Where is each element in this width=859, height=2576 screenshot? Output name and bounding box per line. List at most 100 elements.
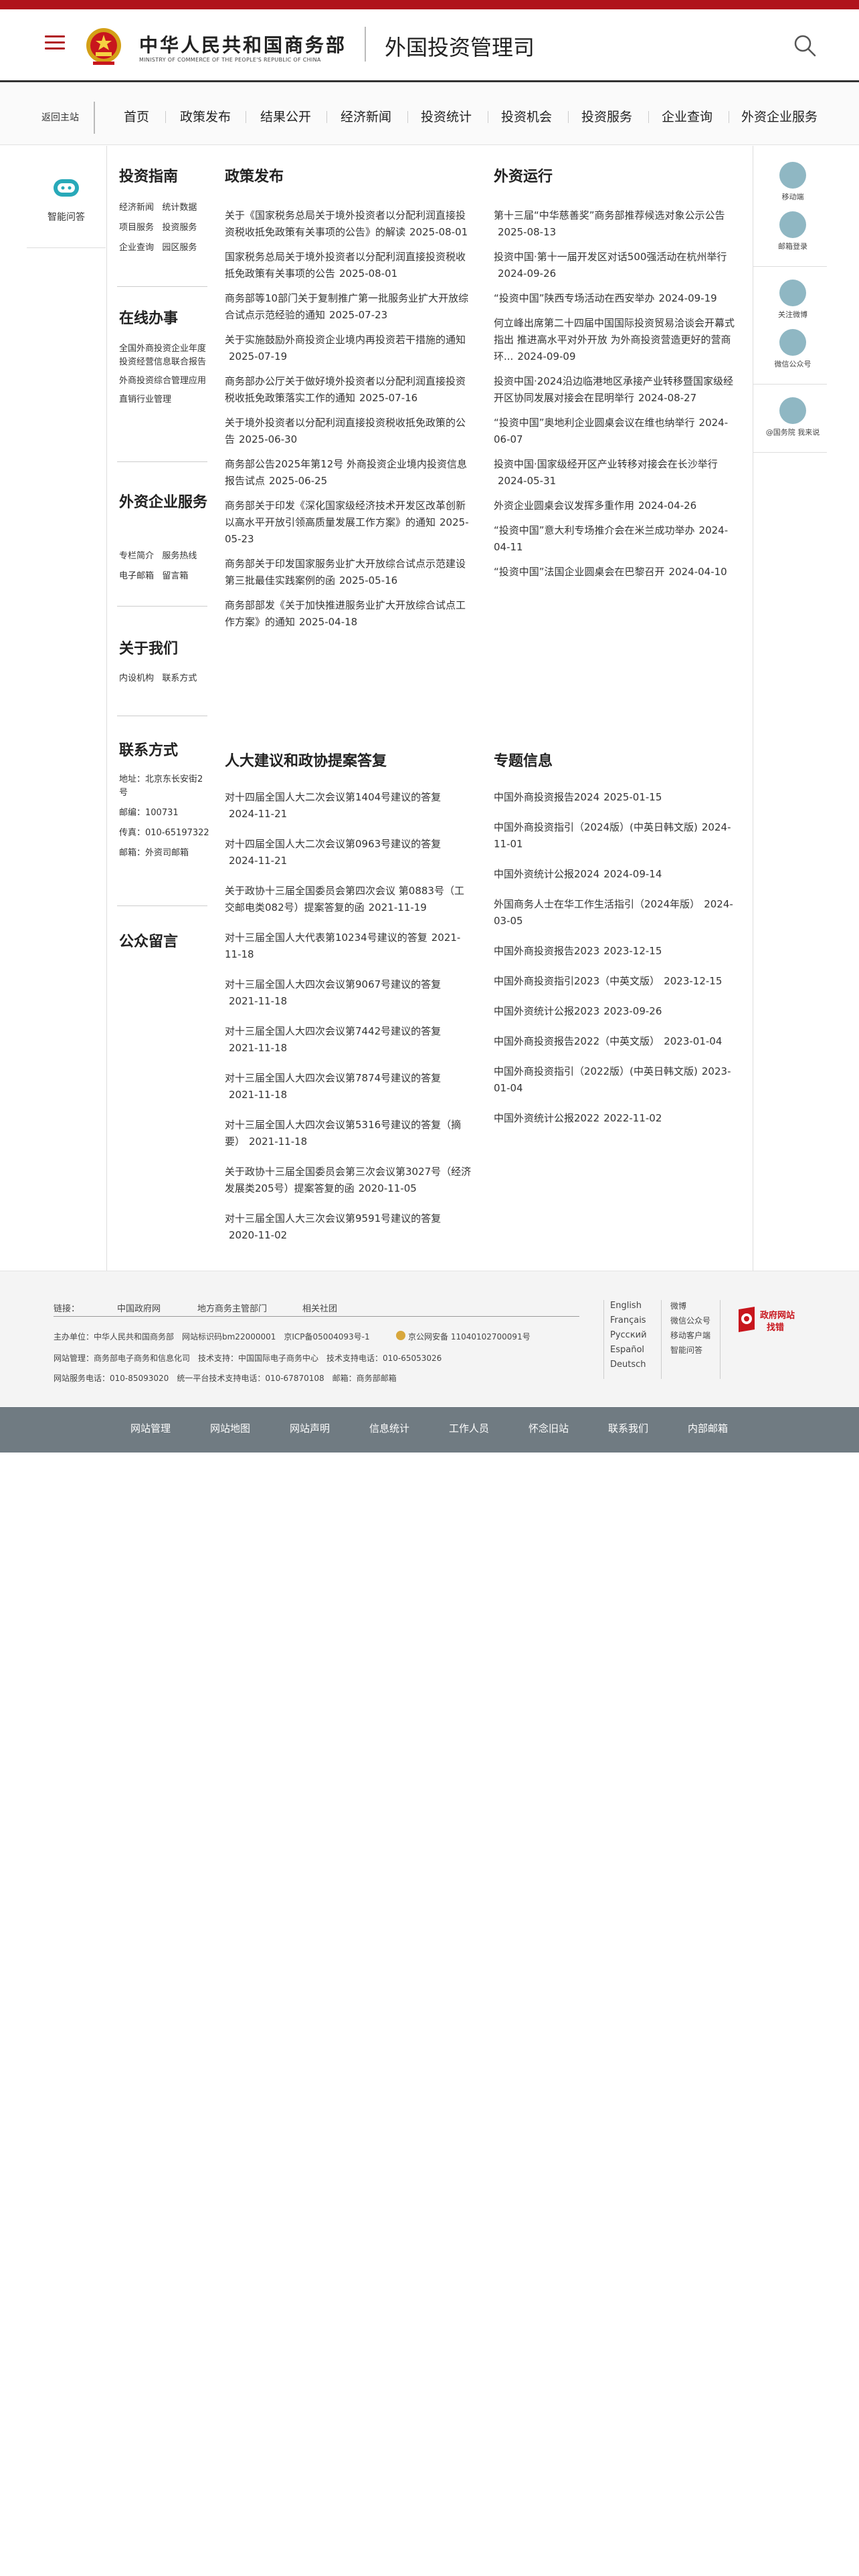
policy-item[interactable]: 关于实施鼓励外商投资企业境内再投资若干措施的通知2025-07-19: [225, 332, 474, 365]
operations-item[interactable]: “投资中国”意大利专场推介会在米兰成功举办 2024-04-11: [494, 522, 743, 556]
about-link[interactable]: 内设机构: [119, 673, 154, 683]
nav-item-opportunity[interactable]: 投资机会: [496, 108, 557, 126]
special-item[interactable]: 中国外商投资指引（2024版）(中英日韩文版) 2024-11-01: [494, 819, 743, 853]
npc-item[interactable]: 关于政协十三届全国委员会第三次会议第3027号（经济发展类205号）提案答复的函…: [225, 1164, 474, 1197]
bottom-link-stats[interactable]: 信息统计: [369, 1421, 409, 1435]
policy-item[interactable]: 关于境外投资者以分配利润直接投资税收抵免政策的公告 2025-06-30: [225, 415, 474, 448]
npc-item[interactable]: 对十三届全国人大代表第10234号建议的答复 2021-11-18: [225, 930, 474, 963]
nav-item-results[interactable]: 结果公开: [256, 108, 316, 126]
policy-item[interactable]: 商务部办公厅关于做好境外投资者以分配利润直接投资税收抵免政策落实工作的通知 202…: [225, 373, 474, 407]
online-service-link[interactable]: 全国外商投资企业年度投资经营信息联合报告: [119, 342, 209, 369]
bottom-link-site-admin[interactable]: 网站管理: [130, 1421, 171, 1435]
operations-item[interactable]: 投资中国·国家级经开区产业转移对接会在长沙举行2024-05-31: [494, 456, 743, 490]
policy-item[interactable]: 商务部公告2025年第12号 外商投资企业境内投资信息报告试点 2025-06-2…: [225, 456, 474, 490]
bottom-link-sitemap[interactable]: 网站地图: [210, 1421, 250, 1435]
footer-police-record[interactable]: 京公网安备 11040102700091号: [408, 1331, 531, 1342]
site-name[interactable]: 外国投资管理司: [385, 31, 535, 62]
mobile-icon[interactable]: [779, 162, 806, 189]
online-service-link[interactable]: 外商投资综合管理应用: [119, 374, 209, 388]
bottom-link-staff[interactable]: 工作人员: [449, 1421, 489, 1435]
nav-item-home[interactable]: 首页: [112, 108, 161, 126]
operations-item[interactable]: “投资中国”奥地利企业圆桌会议在维也纳举行 2024-06-07: [494, 415, 743, 448]
policy-item[interactable]: 关于《国家税务总局关于境外投资者以分配利润直接投资税收抵免政策有关事项的公告》的…: [225, 207, 474, 241]
npc-item[interactable]: 关于政协十三届全国委员会第四次会议 第0883号（工交邮电类082号）提案答复的…: [225, 883, 474, 916]
wechat-label[interactable]: 微信公众号: [753, 358, 833, 369]
wechat-icon[interactable]: [779, 329, 806, 356]
npc-item[interactable]: 对十三届全国人大四次会议第5316号建议的答复（摘要） 2021-11-18: [225, 1117, 474, 1150]
special-item[interactable]: 中国外商投资报告2024 2025-01-15: [494, 789, 743, 806]
nav-item-stats[interactable]: 投资统计: [416, 108, 476, 126]
policy-item[interactable]: 商务部关于印发国家服务业扩大开放综合试点示范建设第三批最佳实践案例的函 2025-…: [225, 556, 474, 589]
special-item[interactable]: 中国外资统计公报2023 2023-09-26: [494, 1003, 743, 1020]
public-message-title[interactable]: 公众留言: [119, 930, 178, 951]
nav-home-link[interactable]: 返回主站: [27, 102, 95, 134]
lang-russian[interactable]: Русский: [610, 1328, 647, 1343]
guide-link[interactable]: 项目服务: [119, 223, 154, 233]
npc-item[interactable]: 对十三届全国人大四次会议第7442号建议的答复2021-11-18: [225, 1023, 474, 1057]
fie-link[interactable]: 服务热线: [162, 551, 197, 561]
special-item[interactable]: 中国外商投资报告2022（中英文版） 2023-01-04: [494, 1033, 743, 1050]
npc-item[interactable]: 对十三届全国人大四次会议第7874号建议的答复2021-11-18: [225, 1070, 474, 1103]
guide-link[interactable]: 园区服务: [162, 243, 197, 253]
ministry-logo-cn[interactable]: 中华人民共和国商务部: [139, 31, 347, 58]
mobile-label[interactable]: 移动端: [753, 191, 833, 202]
operations-item[interactable]: 何立峰出席第二十四届中国国际投资贸易洽谈会开幕式指出 推进高水平对外开放 为外商…: [494, 315, 743, 365]
operations-item[interactable]: 投资中国·第十一届开发区对话500强活动在杭州举行2024-09-26: [494, 249, 743, 282]
lang-english[interactable]: English: [610, 1299, 647, 1313]
operations-item[interactable]: “投资中国”陕西专场活动在西安举办 2024-09-19: [494, 290, 743, 307]
special-item[interactable]: 外国商务人士在华工作生活指引（2024年版） 2024-03-05: [494, 896, 743, 930]
nav-item-econ-news[interactable]: 经济新闻: [336, 108, 396, 126]
guide-link[interactable]: 经济新闻: [119, 203, 154, 213]
npc-item[interactable]: 对十三届全国人大三次会议第9591号建议的答复2020-11-02: [225, 1210, 474, 1244]
footer-link-local-commerce[interactable]: 地方商务主管部门: [197, 1301, 267, 1314]
nav-item-services[interactable]: 投资服务: [577, 108, 637, 126]
social-assistant[interactable]: 智能问答: [670, 1343, 710, 1358]
policy-item[interactable]: 国家税务总局关于境外投资者以分配利润直接投资税收抵免政策有关事项的公告 2025-…: [225, 249, 474, 282]
operations-item[interactable]: 第十三届“中华慈善奖”商务部推荐候选对象公示公告2025-08-13: [494, 207, 743, 241]
nav-item-company-query[interactable]: 企业查询: [657, 108, 717, 126]
fie-link[interactable]: 留言箱: [162, 571, 188, 581]
operations-item[interactable]: “投资中国”法国企业圆桌会在巴黎召开 2024-04-10: [494, 564, 743, 580]
state-council-icon[interactable]: [779, 397, 806, 424]
policy-item[interactable]: 商务部等10部门关于复制推广第一批服务业扩大开放综合试点示范经验的通知 2025-…: [225, 290, 474, 324]
bottom-link-statement[interactable]: 网站声明: [290, 1421, 330, 1435]
npc-item[interactable]: 对十四届全国人大二次会议第1404号建议的答复2024-11-21: [225, 789, 474, 823]
npc-item[interactable]: 对十三届全国人大四次会议第9067号建议的答复2021-11-18: [225, 976, 474, 1010]
lang-german[interactable]: Deutsch: [610, 1358, 647, 1372]
social-weibo[interactable]: 微博: [670, 1299, 710, 1313]
fie-link[interactable]: 电子邮箱: [119, 571, 154, 581]
contact-mail[interactable]: 邮箱：外资司邮箱: [119, 847, 209, 860]
guide-link[interactable]: 投资服务: [162, 223, 197, 233]
social-wechat[interactable]: 微信公众号: [670, 1313, 710, 1328]
about-link[interactable]: 联系方式: [162, 673, 197, 683]
operations-item[interactable]: 外资企业圆桌会议发挥多重作用 2024-04-26: [494, 498, 743, 514]
chatbot-icon[interactable]: [50, 175, 83, 202]
special-item[interactable]: 中国外商投资报告2023 2023-12-15: [494, 943, 743, 960]
mail-login-label[interactable]: 邮箱登录: [753, 241, 833, 251]
online-service-link[interactable]: 直销行业管理: [119, 393, 209, 407]
bottom-link-contact[interactable]: 联系我们: [608, 1421, 648, 1435]
search-icon[interactable]: [793, 33, 817, 58]
operations-item[interactable]: 投资中国·2024沿边临港地区承接产业转移暨国家级经开区协同发展对接会在昆明举行…: [494, 373, 743, 407]
state-council-label[interactable]: @国务院 我来说: [753, 427, 833, 437]
fie-link[interactable]: 专栏简介: [119, 551, 154, 561]
policy-item[interactable]: 商务部关于印发《深化国家级经济技术开发区改革创新以高水平开放引领高质量发展工作方…: [225, 498, 474, 548]
social-mobile-client[interactable]: 移动客户端: [670, 1328, 710, 1343]
mail-icon[interactable]: [779, 211, 806, 238]
nav-item-policy[interactable]: 政策发布: [175, 108, 235, 126]
gov-website-error-badge[interactable]: 政府网站 找错: [736, 1305, 803, 1333]
special-item[interactable]: 中国外商投资指引（2022版）(中英日韩文版) 2023-01-04: [494, 1063, 743, 1097]
bottom-link-internal-mail[interactable]: 内部邮箱: [688, 1421, 728, 1435]
assistant-label[interactable]: 智能问答: [27, 210, 106, 223]
special-item[interactable]: 中国外商投资指引2023（中英文版） 2023-12-15: [494, 973, 743, 990]
special-item[interactable]: 中国外资统计公报2022 2022-11-02: [494, 1110, 743, 1127]
policy-item[interactable]: 商务部部发《关于加快推进服务业扩大开放综合试点工作方案》的通知 2025-04-1…: [225, 597, 474, 631]
npc-item[interactable]: 对十四届全国人大二次会议第0963号建议的答复2024-11-21: [225, 836, 474, 869]
nav-item-fie-services[interactable]: 外资企业服务: [736, 108, 823, 126]
footer-link-societies[interactable]: 相关社团: [302, 1301, 337, 1314]
guide-link[interactable]: 统计数据: [162, 203, 197, 213]
lang-spanish[interactable]: Español: [610, 1343, 647, 1358]
weibo-label[interactable]: 关注微博: [753, 309, 833, 320]
special-item[interactable]: 中国外资统计公报2024 2024-09-14: [494, 866, 743, 883]
bottom-link-old-site[interactable]: 怀念旧站: [529, 1421, 569, 1435]
